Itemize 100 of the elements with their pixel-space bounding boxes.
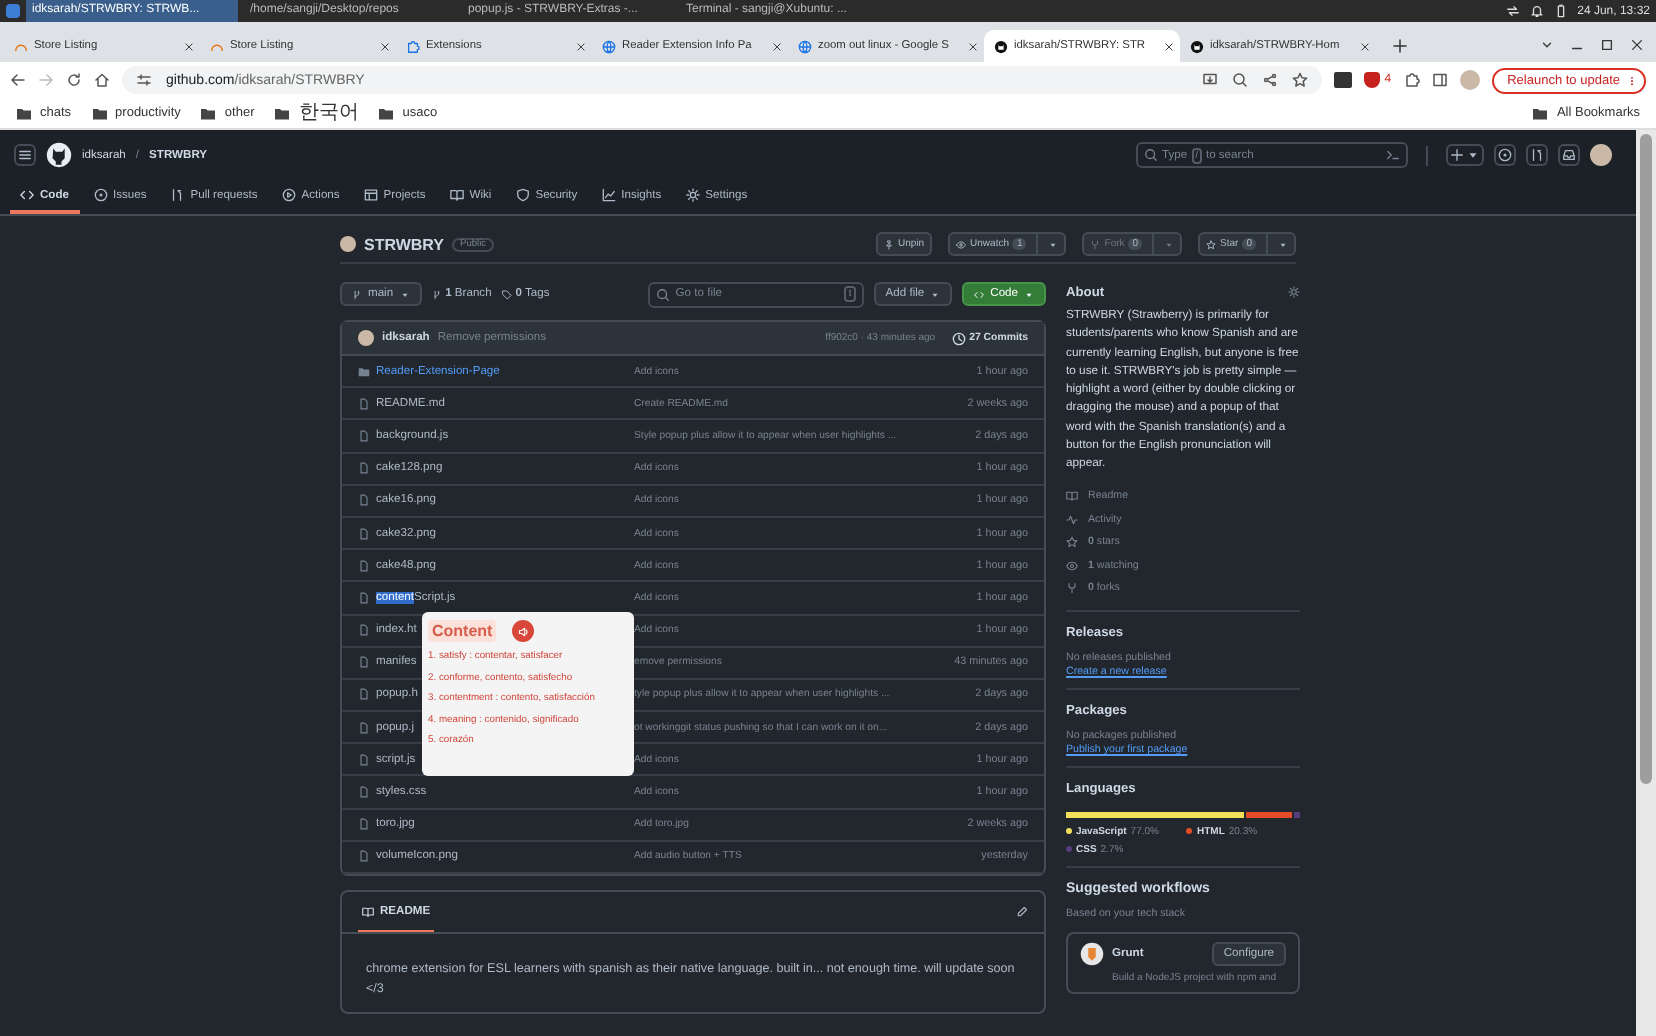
menu-button[interactable] — [14, 144, 36, 166]
file-icon — [358, 429, 370, 442]
scrollbar[interactable] — [1636, 130, 1656, 1036]
book-icon — [362, 905, 374, 917]
star-icon — [1066, 536, 1078, 549]
avatar[interactable] — [1590, 144, 1612, 166]
star-icon — [1206, 239, 1217, 249]
search-icon — [655, 287, 670, 301]
caret-icon — [1164, 239, 1175, 249]
close-icon[interactable] — [772, 41, 782, 51]
bookmark-folder[interactable]: 한국어 — [274, 103, 359, 123]
pulse-icon — [1066, 513, 1078, 526]
close-icon[interactable] — [1360, 41, 1370, 51]
zoom-icon[interactable] — [1232, 72, 1249, 88]
book-icon — [449, 188, 464, 202]
book-icon — [1066, 490, 1078, 503]
folder-icon — [200, 105, 217, 121]
file-icon — [358, 624, 370, 637]
code-icon — [20, 188, 34, 202]
file-icon — [358, 527, 370, 540]
folder-icon — [91, 105, 108, 121]
rainbow-icon — [14, 39, 28, 53]
issues-button[interactable] — [1494, 144, 1516, 166]
reload-icon[interactable] — [66, 72, 82, 88]
caret-icon — [1278, 239, 1288, 249]
star-icon[interactable] — [1292, 72, 1309, 88]
cat-icon — [1190, 39, 1204, 53]
more-icon — [1626, 73, 1638, 87]
repo-title[interactable]: STRWBRY — [364, 235, 444, 253]
close-icon[interactable] — [380, 41, 390, 51]
code-icon — [974, 289, 985, 299]
file-icon — [358, 786, 370, 799]
file-icon — [358, 397, 370, 410]
scrollbar-thumb[interactable] — [1640, 134, 1652, 784]
play-icon — [281, 188, 296, 202]
file-icon — [358, 850, 370, 863]
popup-word: Content — [428, 620, 497, 642]
puzzle-icon[interactable] — [1403, 72, 1420, 88]
site-info-icon[interactable] — [136, 72, 152, 88]
shield-icon — [515, 188, 530, 202]
search-icon — [1144, 148, 1158, 162]
battery-icon[interactable] — [1553, 4, 1568, 18]
folder-icon — [16, 105, 32, 121]
avatar — [358, 330, 374, 346]
cat-logo[interactable] — [46, 142, 72, 168]
folder-icon — [378, 105, 395, 121]
file-icon — [358, 753, 370, 766]
close-icon[interactable] — [1630, 38, 1644, 52]
globe-icon — [798, 39, 812, 53]
chevron-down-icon[interactable] — [1540, 38, 1554, 52]
new-tab-icon[interactable] — [1392, 38, 1408, 54]
create-button[interactable] — [1446, 144, 1484, 166]
bell-icon[interactable] — [1529, 4, 1544, 18]
install-icon[interactable] — [1202, 72, 1219, 88]
branch-icon — [352, 289, 362, 299]
home-icon[interactable] — [94, 72, 110, 88]
pull-requests-button[interactable] — [1526, 144, 1548, 166]
close-icon[interactable] — [968, 41, 978, 51]
file-icon — [358, 656, 370, 669]
clock-icon — [951, 331, 966, 345]
avatar — [340, 236, 356, 252]
caret-icon — [930, 289, 941, 299]
file-icon — [358, 688, 370, 701]
tag-icon — [501, 289, 512, 299]
shield-extension-icon[interactable] — [1364, 72, 1381, 88]
fork-icon — [1090, 239, 1101, 249]
file-icon — [358, 559, 370, 572]
gear-icon[interactable] — [1288, 286, 1300, 298]
fork-icon — [1066, 581, 1078, 594]
caret-icon — [399, 289, 410, 299]
caret-icon — [1466, 148, 1480, 162]
eye-icon — [1066, 559, 1078, 572]
maximize-icon[interactable] — [1600, 38, 1614, 52]
speaker-icon — [517, 625, 530, 637]
pronounce-button[interactable] — [512, 620, 535, 642]
eye-icon — [956, 239, 967, 249]
caret-icon — [1048, 239, 1059, 249]
network-icon[interactable] — [1505, 4, 1520, 18]
pin-icon — [883, 239, 894, 249]
pencil-icon[interactable] — [1016, 906, 1028, 918]
close-icon[interactable] — [184, 41, 194, 51]
close-icon[interactable] — [576, 41, 586, 51]
file-icon — [358, 494, 370, 507]
gear-icon — [685, 188, 700, 202]
workflow-logo — [1080, 941, 1104, 966]
puzzle-icon — [406, 39, 420, 53]
inbox-icon — [1562, 148, 1576, 162]
folder-icon — [1532, 105, 1549, 121]
plus-icon — [1450, 148, 1464, 162]
branch-icon — [431, 289, 442, 299]
app-menu-icon[interactable] — [6, 4, 20, 18]
cat-icon — [994, 39, 1008, 53]
folder-icon — [274, 105, 291, 121]
file-icon — [358, 818, 370, 831]
inbox-button[interactable] — [1558, 144, 1580, 166]
side-panel-icon[interactable] — [1431, 72, 1448, 88]
close-icon[interactable] — [1164, 41, 1174, 51]
extension-icon[interactable] — [1334, 72, 1353, 88]
share-icon[interactable] — [1262, 72, 1279, 88]
back-icon[interactable] — [10, 72, 26, 88]
